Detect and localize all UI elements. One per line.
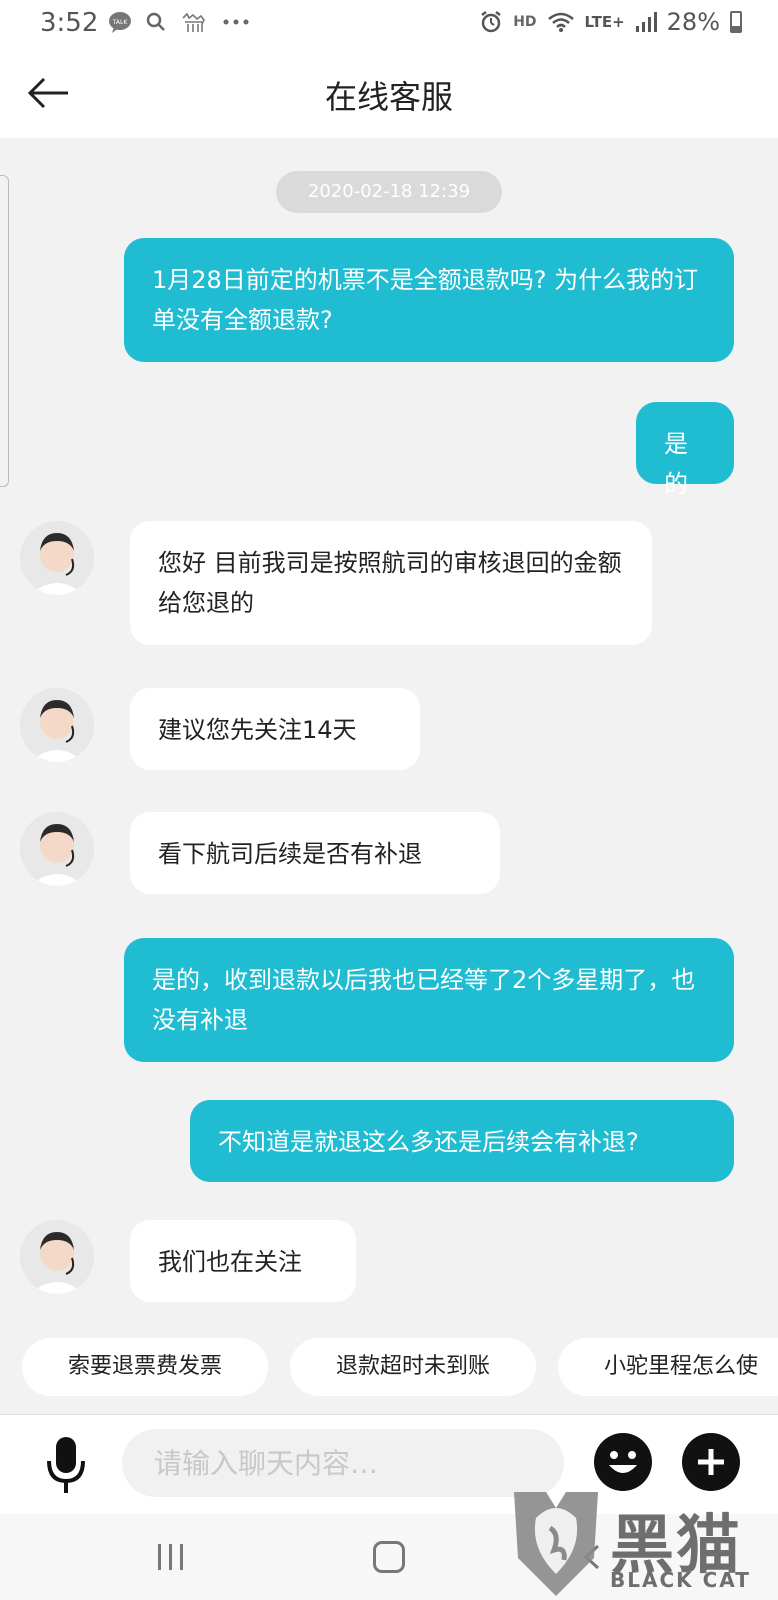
message-bubble-sent[interactable]: 1月28日前定的机票不是全额退款吗? 为什么我的订单没有全额退款? <box>124 238 734 362</box>
more-actions-button[interactable] <box>682 1433 740 1491</box>
message-text: 建议您先关注14天 <box>158 716 357 744</box>
emoji-button[interactable] <box>594 1433 652 1491</box>
nav-back-button[interactable] <box>580 1544 606 1570</box>
home-icon[interactable] <box>373 1541 405 1573</box>
quick-reply-chip[interactable]: 小驼里程怎么使 <box>558 1338 778 1396</box>
agent-avatar-icon <box>20 688 94 762</box>
alarm-icon <box>481 11 501 33</box>
search-icon <box>146 12 165 31</box>
message-bubble-received[interactable]: 看下航司后续是否有补退 <box>130 812 500 894</box>
wifi-icon <box>547 12 574 32</box>
agent-avatar-icon <box>20 521 94 595</box>
chat-timestamp: 2020-02-18 12:39 <box>276 171 502 213</box>
battery-icon <box>730 11 742 33</box>
more-icon <box>223 19 249 25</box>
signal-icon <box>635 12 657 32</box>
message-bubble-received[interactable]: 您好 目前我司是按照航司的审核退回的金额给您退的 <box>130 521 652 645</box>
message-text: 是的，收到退款以后我也已经等了2个多星期了，也没有补退 <box>152 966 696 1034</box>
message-bubble-sent[interactable]: 是的 <box>636 402 734 498</box>
message-text: 您好 目前我司是按照航司的审核退回的金额给您退的 <box>158 549 622 617</box>
message-text: 看下航司后续是否有补退 <box>158 840 422 868</box>
battery-percent: 28% <box>666 8 720 36</box>
status-system-icons: HD LTE+ 28% <box>479 8 742 36</box>
status-bar: 3:52 TALK HD LTE+ 28% <box>0 0 778 48</box>
agent-avatar[interactable] <box>20 812 94 886</box>
agent-avatar-icon <box>20 1220 94 1294</box>
agent-avatar[interactable] <box>20 688 94 762</box>
recents-icon <box>158 1544 183 1570</box>
chat-input[interactable] <box>122 1429 564 1497</box>
status-notification-icons: TALK <box>108 10 250 34</box>
quick-reply-bar: 索要退票费发票 退款超时未到账 小驼里程怎么使 <box>0 1338 778 1396</box>
svg-text:TALK: TALK <box>112 19 129 26</box>
agent-avatar-icon <box>20 812 94 886</box>
message-text: 我们也在关注 <box>158 1248 302 1276</box>
emoji-icon <box>609 1451 637 1473</box>
app-header: 在线客服 <box>0 48 778 138</box>
message-bubble-sent[interactable]: 是的，收到退款以后我也已经等了2个多星期了，也没有补退 <box>124 938 734 1062</box>
message-bubble-received[interactable]: 我们也在关注 <box>130 1220 356 1302</box>
quick-reply-chip[interactable]: 索要退票费发票 <box>22 1338 268 1396</box>
side-drawer-handle[interactable] <box>0 175 9 487</box>
message-text: 1月28日前定的机票不是全额退款吗? 为什么我的订单没有全额退款? <box>152 266 699 334</box>
hd-indicator: HD <box>513 14 537 30</box>
system-nav-bar <box>0 1514 778 1600</box>
quick-reply-chip[interactable]: 退款超时未到账 <box>290 1338 536 1396</box>
back-icon <box>583 1544 600 1570</box>
agent-avatar[interactable] <box>20 1220 94 1294</box>
agent-avatar[interactable] <box>20 521 94 595</box>
status-time: 3:52 <box>40 8 99 38</box>
recents-button[interactable] <box>156 1544 186 1570</box>
page-title: 在线客服 <box>324 78 453 116</box>
network-type: LTE+ <box>584 13 625 31</box>
voice-input-button[interactable] <box>44 1433 88 1497</box>
message-text: 是的 <box>664 430 688 498</box>
message-text: 不知道是就退这么多还是后续会有补退? <box>218 1128 639 1156</box>
plus-icon <box>698 1449 724 1475</box>
message-bubble-sent[interactable]: 不知道是就退这么多还是后续会有补退? <box>190 1100 734 1182</box>
microphone-icon <box>47 1437 85 1493</box>
chat-composer <box>0 1414 778 1515</box>
talk-icon: TALK <box>109 12 131 33</box>
camel-icon <box>182 12 205 32</box>
message-bubble-received[interactable]: 建议您先关注14天 <box>130 688 420 770</box>
